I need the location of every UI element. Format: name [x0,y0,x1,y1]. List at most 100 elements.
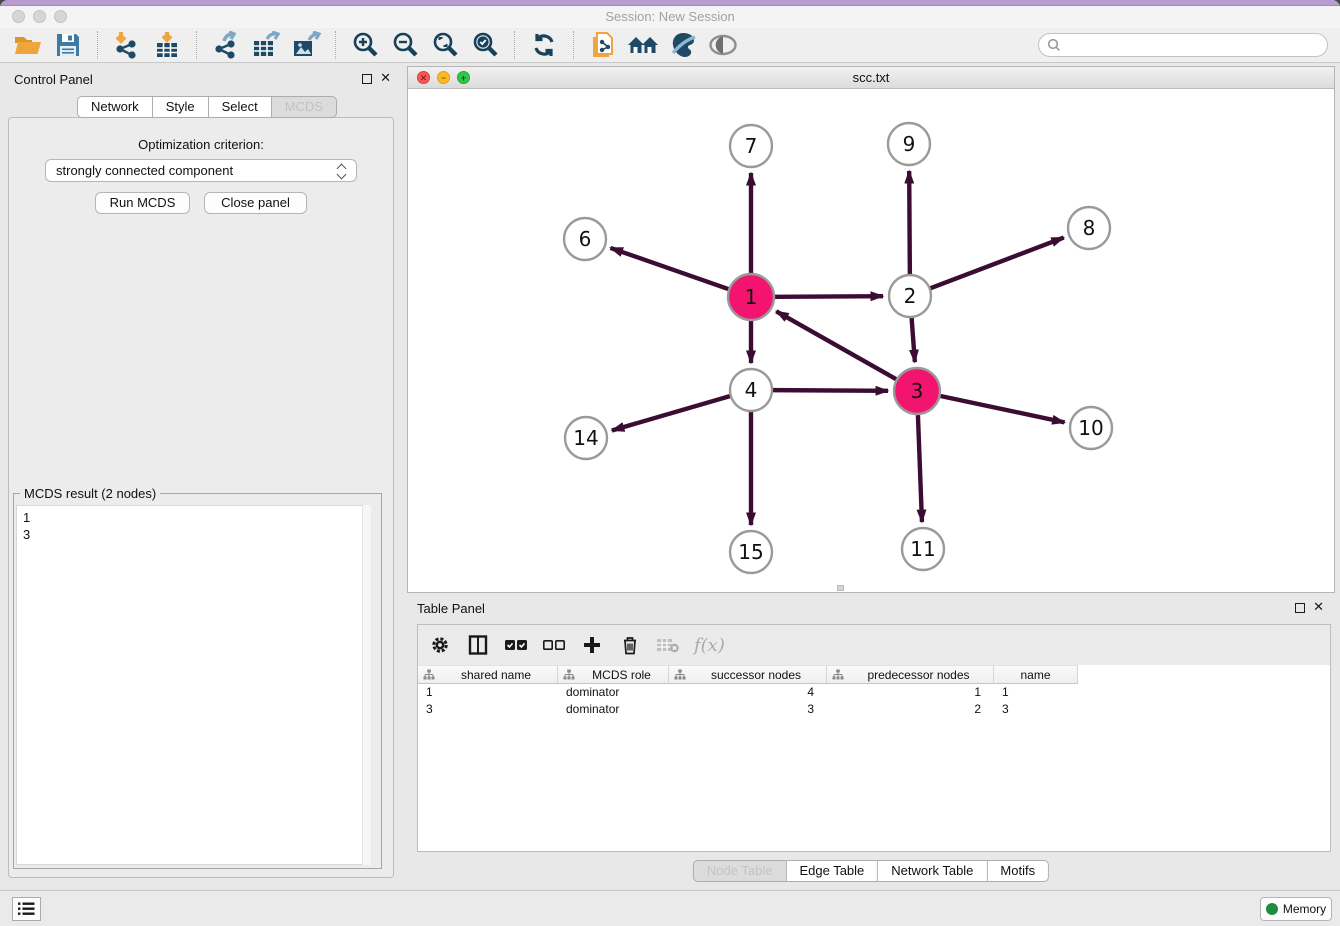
column-header-name[interactable]: name [994,665,1078,684]
mcds-panel: Optimization criterion: strongly connect… [8,117,394,878]
memory-button[interactable]: Memory [1260,897,1332,921]
table-cell[interactable]: 2 [827,701,994,718]
graph-edge-2-8[interactable] [931,238,1064,289]
toolbar-separator [97,31,98,59]
toolbar-separator [514,31,515,59]
float-table-panel-icon[interactable] [1295,603,1305,613]
table-body: 1dominator4113dominator323 [418,684,1330,718]
graph-node-label-9: 9 [903,132,916,156]
table-cell[interactable]: 1 [418,684,558,701]
zoom-fit-icon[interactable] [427,30,463,60]
search-icon [1047,38,1061,52]
export-network-icon[interactable] [208,30,244,60]
graph-node-label-2: 2 [904,284,917,308]
table-tabs: Node Table Edge Table Network Table Moti… [693,860,1049,882]
graph-node-label-6: 6 [579,227,592,251]
table-cell[interactable]: dominator [558,701,669,718]
graph-node-label-14: 14 [573,426,598,450]
add-icon[interactable] [580,633,604,657]
refresh-icon[interactable] [526,30,562,60]
criterion-select[interactable]: strongly connected component [45,159,357,182]
import-table-icon[interactable] [149,30,185,60]
column-selector-icon[interactable] [466,633,490,657]
table-cell[interactable]: 1 [994,684,1078,701]
column-header-shared-name[interactable]: shared name [418,665,558,684]
graph-edge-4-3[interactable] [773,390,888,391]
mcds-result-text[interactable]: 1 3 [16,505,371,865]
mcds-result-group: MCDS result (2 nodes) 1 3 [13,493,382,869]
export-image-icon[interactable] [288,30,324,60]
deselect-all-icon[interactable] [542,633,566,657]
search-input[interactable] [1061,36,1327,54]
select-stepper-icon [335,162,349,180]
column-header-predecessor-nodes[interactable]: predecessor nodes [827,665,994,684]
close-table-panel-icon[interactable]: ✕ [1313,599,1324,615]
import-network-icon[interactable] [109,30,145,60]
graph-edge-1-2[interactable] [775,296,883,297]
graph-edge-3-11[interactable] [918,415,922,522]
select-all-icon[interactable] [504,633,528,657]
zoom-in-icon[interactable] [347,30,383,60]
splitter-handle[interactable] [837,585,844,591]
control-panel: Control Panel ✕ Network Style Select MCD… [0,63,403,890]
graph-edge-2-3[interactable] [912,318,915,362]
eye-icon[interactable] [705,30,741,60]
tab-network-table[interactable]: Network Table [878,860,987,882]
hierarchy-icon [423,669,435,681]
annotation-icon[interactable] [585,30,621,60]
zoom-out-icon[interactable] [387,30,423,60]
function-builder-icon[interactable]: f(x) [694,635,725,656]
home-icon[interactable] [625,30,661,60]
close-panel-icon[interactable]: ✕ [380,70,391,86]
column-header-mcds-role[interactable]: MCDS role [558,665,669,684]
toolbar-separator [335,31,336,59]
table-row[interactable]: 3dominator323 [418,701,1330,718]
save-session-icon[interactable] [50,30,86,60]
table-cell[interactable]: 4 [669,684,827,701]
graph-edge-2-9[interactable] [909,171,910,274]
run-mcds-button[interactable]: Run MCDS [95,192,190,214]
table-cell[interactable]: 3 [669,701,827,718]
zoom-selected-icon[interactable] [467,30,503,60]
task-history-button[interactable] [12,897,41,921]
network-canvas[interactable]: 7968124314101511 [408,89,1334,592]
delete-icon[interactable] [618,633,642,657]
open-session-icon[interactable] [10,30,46,60]
export-table-icon[interactable] [248,30,284,60]
graph-node-label-11: 11 [910,537,935,561]
tab-node-table[interactable]: Node Table [693,860,787,882]
tab-select[interactable]: Select [209,96,272,118]
table-cell[interactable]: 3 [994,701,1078,718]
tab-mcds[interactable]: MCDS [272,96,337,118]
graph-edge-1-6[interactable] [610,248,728,289]
node-table-container: f(x) shared name MCDS role successor nod… [417,624,1331,852]
optimization-criterion-label: Optimization criterion: [9,137,393,152]
close-panel-button[interactable]: Close panel [204,192,307,214]
network-titlebar: ✕ − + scc.txt [408,67,1334,89]
gear-icon[interactable] [428,633,452,657]
tab-edge-table[interactable]: Edge Table [786,860,878,882]
tab-style[interactable]: Style [153,96,209,118]
graph-node-label-7: 7 [745,134,758,158]
mcds-result-title: MCDS result (2 nodes) [20,486,160,501]
graph-node-label-3: 3 [911,379,924,403]
graph-node-label-1: 1 [745,285,758,309]
table-panel-title: Table Panel [417,601,485,616]
criterion-value: strongly connected component [56,163,233,178]
table-row[interactable]: 1dominator411 [418,684,1330,701]
tab-network[interactable]: Network [77,96,153,118]
table-cell[interactable]: 1 [827,684,994,701]
app-window: Session: New Session [0,0,1340,926]
table-cell[interactable]: 3 [418,701,558,718]
column-header-successor-nodes[interactable]: successor nodes [669,665,827,684]
search-box[interactable] [1038,33,1328,57]
delete-table-icon[interactable] [656,633,680,657]
graph-edge-3-10[interactable] [940,396,1064,422]
float-panel-icon[interactable] [362,74,372,84]
graph-edge-3-1[interactable] [776,311,896,379]
tab-motifs[interactable]: Motifs [987,860,1049,882]
hide-style-icon[interactable] [665,30,701,60]
result-scrollbar[interactable] [362,505,371,865]
table-cell[interactable]: dominator [558,684,669,701]
graph-edge-4-14[interactable] [612,396,730,430]
